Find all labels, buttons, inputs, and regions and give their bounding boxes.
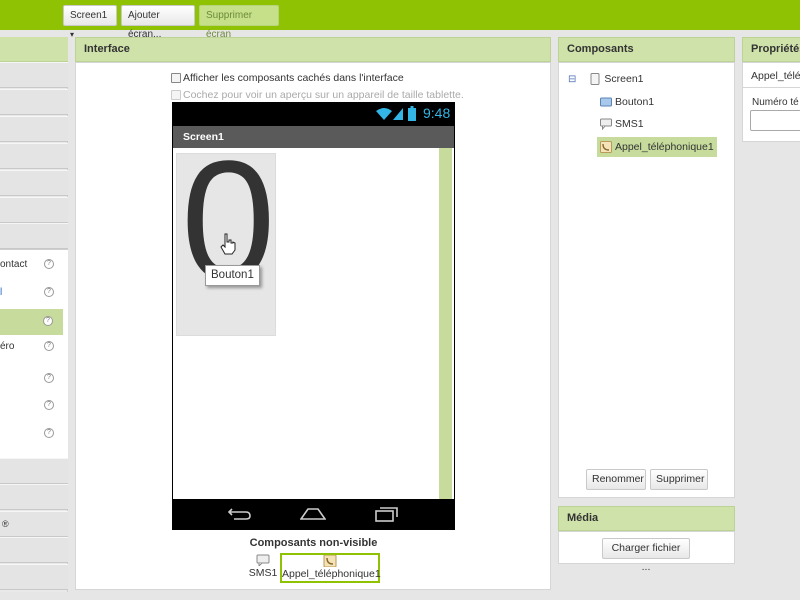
properties-header: Propriétés [742,37,800,62]
divider [743,87,800,88]
screen-select-label: Screen1 [70,10,108,21]
screen-select-dropdown[interactable]: Screen1 ▾ [63,5,117,39]
palette-header [0,37,68,62]
tablet-preview-checkbox-row[interactable]: Cochez pour voir un aperçu sur un appare… [171,89,464,101]
wifi-icon [376,108,392,120]
nonvisible-title: Composants non-visible [249,537,378,549]
show-hidden-label: Afficher les composants cachés dans l'in… [183,72,404,84]
button-component[interactable]: 0 [176,153,276,336]
palette-category[interactable] [0,484,68,510]
screen-title: Screen1 [183,131,224,143]
nonvisible-item-label: Appel_téléphonique1 [282,568,381,580]
properties-component-name: Appel_télé [751,70,800,82]
collapse-icon[interactable]: ⊟ [568,74,576,85]
tree-node-sms1[interactable]: SMS1 [600,114,644,134]
phone-call-icon [323,555,337,567]
screen-icon [590,73,600,85]
components-title: Composants [567,43,634,55]
top-toolbar: Screen1 ▾ Ajouter écran... Supprimer écr… [0,0,800,40]
palette-category[interactable] [0,62,68,88]
tablet-preview-label: Cochez pour voir un aperçu sur un appare… [183,89,464,101]
palette-item[interactable]: ontact ? [0,252,64,278]
show-hidden-checkbox-row[interactable]: Afficher les composants cachés dans l'in… [171,72,404,84]
nonvisible-item-sms[interactable]: SMS1 [248,554,278,579]
palette-category[interactable] [0,116,68,142]
add-screen-button[interactable]: Ajouter écran... [121,5,195,40]
status-bar: 9:48 [172,102,455,126]
help-icon[interactable]: ? [44,341,54,351]
help-icon[interactable]: ? [44,287,54,297]
phone-mockup: 9:48 Screen1 0 [172,102,455,530]
battery-icon [408,106,416,121]
palette-category[interactable] [0,458,68,484]
palette-panel: ontact ? l ? ? éro ? ? ? ? ® [0,37,68,592]
phone-number-input[interactable] [750,110,800,131]
viewer-header: Interface [75,37,551,62]
sms-icon [600,118,612,130]
help-icon[interactable]: ? [44,428,54,438]
status-clock: 9:48 [423,105,451,121]
button-icon [600,97,612,107]
show-hidden-checkbox[interactable] [171,73,181,83]
phone-call-icon [600,141,612,153]
components-header: Composants [558,37,735,62]
palette-item[interactable]: éro ? [0,334,64,360]
rename-button[interactable]: Renommer [586,469,646,490]
tree-label: Bouton1 [615,96,655,108]
nonvisible-item-label: SMS1 [248,567,278,579]
components-panel [558,62,735,498]
tree-label: Screen1 [604,73,644,85]
help-icon[interactable]: ? [43,316,53,326]
home-icon [300,508,326,520]
palette-category[interactable] [0,89,68,115]
upload-file-button[interactable]: Charger fichier ... [602,538,690,573]
media-header: Média [558,506,735,531]
palette-item[interactable]: ? [0,393,64,419]
help-icon[interactable]: ? [44,373,54,383]
tablet-preview-checkbox[interactable] [171,90,181,100]
tree-node-bouton1[interactable]: Bouton1 [600,92,654,112]
help-icon[interactable]: ? [44,400,54,410]
palette-category[interactable] [0,537,68,563]
component-tooltip: Bouton1 [205,265,260,286]
delete-button[interactable]: Supprimer [650,469,708,490]
sms-icon [256,554,270,566]
remove-screen-button[interactable]: Supprimer écran [199,5,279,40]
palette-item-label: l [0,287,3,298]
palette-category-lego[interactable]: ® [0,511,68,537]
palette-item-selected[interactable]: ? [0,309,63,335]
palette-item[interactable]: ? [0,421,64,447]
properties-title: Propriétés [751,43,800,55]
screen-title-bar: Screen1 [173,126,454,148]
palette-item-label: éro [0,341,15,352]
palette-item-label: ontact [0,259,28,270]
chevron-down-icon: ▾ [70,30,75,39]
palette-category-social[interactable] [0,223,68,249]
tree-label: Appel_téléphonique1 [615,141,714,153]
tree-node-screen1[interactable]: ⊟ Screen1 [568,69,644,89]
palette-category[interactable] [0,564,68,590]
screen-scrollbar[interactable] [439,148,452,499]
hand-cursor-icon [220,233,236,255]
palette-item[interactable]: ? [0,366,64,392]
viewer-title: Interface [84,43,130,55]
palette-category[interactable] [0,197,68,223]
palette-category[interactable] [0,170,68,196]
help-icon[interactable]: ? [44,259,54,269]
palette-item[interactable]: l ? [0,280,64,306]
tree-label: SMS1 [615,118,644,130]
screen-canvas[interactable]: 0 [173,148,454,499]
back-icon [228,508,251,520]
signal-icon [393,108,403,120]
palette-category-label: ® [2,519,9,529]
tree-node-appel-telephonique1[interactable]: Appel_téléphonique1 [597,137,717,157]
media-title: Média [567,512,599,524]
palette-category[interactable] [0,143,68,169]
nonvisible-item-phonecall[interactable]: Appel_téléphonique1 [280,553,381,583]
phone-number-label: Numéro té [752,97,799,108]
nav-bar [172,499,455,530]
recent-apps-icon [375,507,398,522]
